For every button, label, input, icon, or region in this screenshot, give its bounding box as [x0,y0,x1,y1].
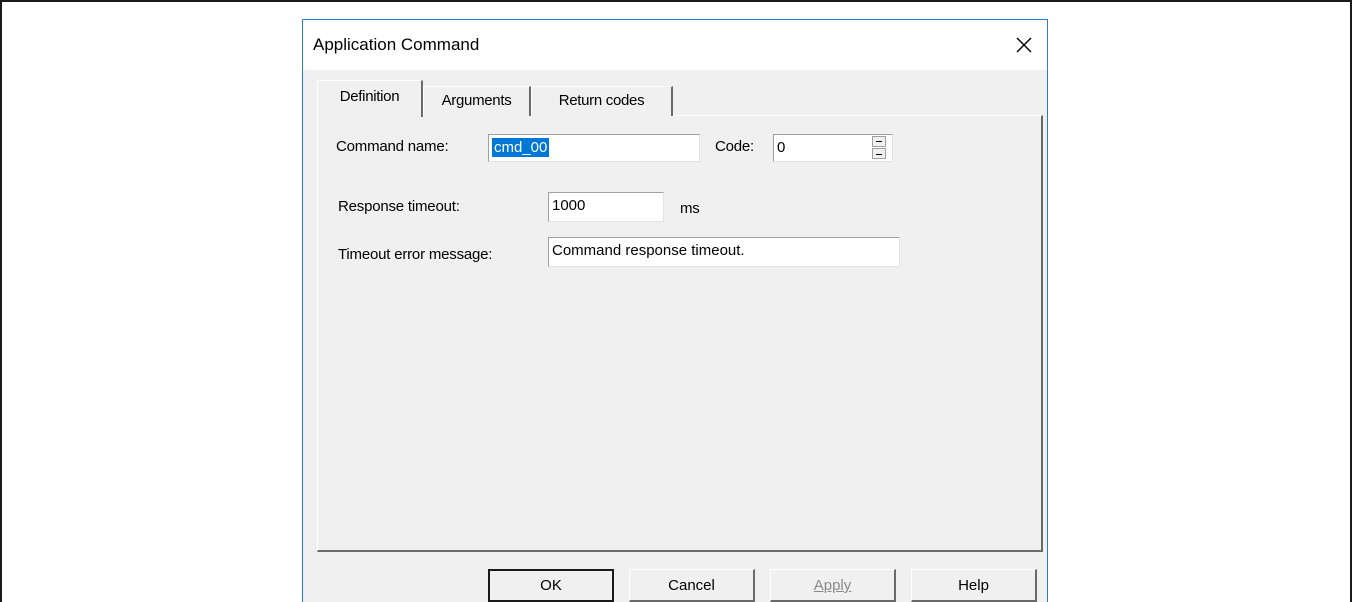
tab-arguments[interactable]: Arguments [423,86,531,116]
command-name-input[interactable]: cmd_00 [488,134,700,162]
timeout-error-value: Command response timeout. [552,242,745,259]
command-name-label: Command name: [336,138,449,155]
response-timeout-value: 1000 [552,197,586,214]
code-spinner[interactable] [872,136,886,160]
close-button[interactable] [1001,20,1047,70]
tab-return-codes[interactable]: Return codes [531,86,673,116]
timeout-error-input[interactable]: Command response timeout. [548,237,900,267]
title-bar[interactable]: Application Command [303,20,1047,70]
dialog-title: Application Command [313,35,480,54]
code-stepper[interactable]: 0 [773,134,893,162]
code-value: 0 [777,139,786,156]
cancel-button[interactable]: Cancel [629,569,755,602]
ok-button[interactable]: OK [488,569,614,602]
spin-down-icon[interactable] [872,148,886,159]
application-command-dialog: Application Command Definition Arguments… [302,19,1048,602]
response-timeout-input[interactable]: 1000 [548,192,664,222]
spin-up-icon[interactable] [872,136,886,147]
response-timeout-unit: ms [680,200,700,217]
help-button[interactable]: Help [911,569,1037,602]
tab-strip: Definition Arguments Return codes [317,80,1017,117]
command-name-value: cmd_00 [492,138,550,157]
tab-definition[interactable]: Definition [317,80,423,117]
response-timeout-label: Response timeout: [338,198,460,215]
apply-label: Apply [813,577,852,594]
close-icon [1016,37,1032,53]
definition-panel: Command name: cmd_00 Code: 0 Response ti… [317,115,1043,552]
code-label: Code: [715,138,755,155]
apply-button[interactable]: Apply [770,569,896,602]
timeout-error-label: Timeout error message: [338,246,493,263]
